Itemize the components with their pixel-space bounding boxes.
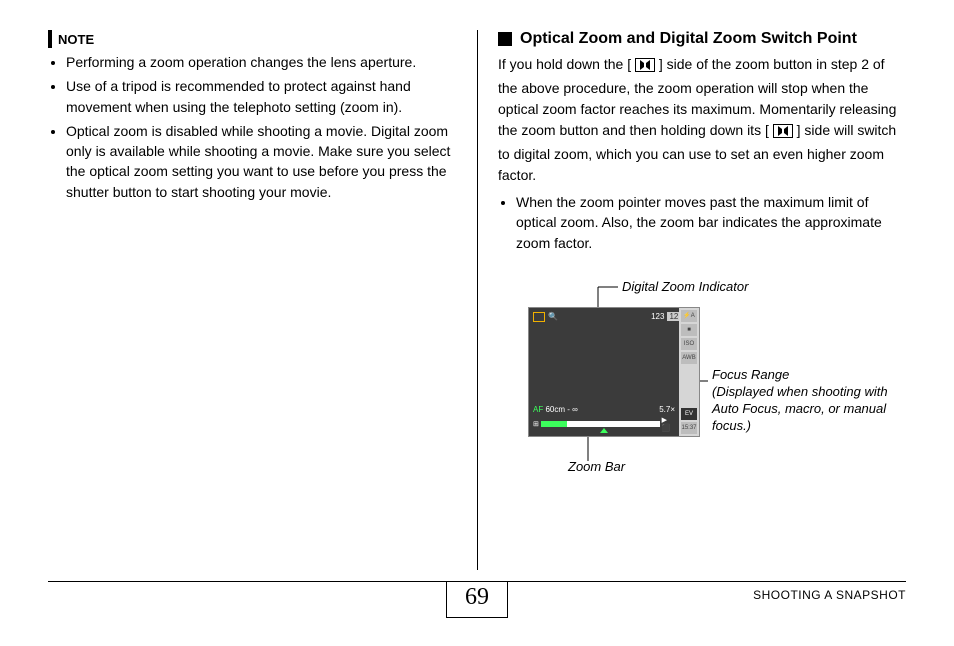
camera-lcd-screenshot: 🔍 123 12M N ⚡A ■ ISO AWB EV (528, 307, 700, 437)
right-column: Optical Zoom and Digital Zoom Switch Poi… (477, 30, 906, 570)
lcd-tele-icon: ▶ ⬛ (662, 416, 675, 432)
lcd-af-label: AF (533, 405, 543, 414)
lcd-side-item: EV (681, 408, 697, 420)
lcd-zoom-pointer-icon (600, 428, 608, 433)
note-bullet-list: Performing a zoom operation changes the … (66, 52, 457, 202)
lcd-side-item: AWB (681, 352, 697, 364)
callout-zoom-bar: Zoom Bar (568, 459, 625, 476)
lcd-focus-distance: 60cm - ∞ (545, 405, 577, 414)
lcd-zoom-bar (541, 421, 660, 427)
lcd-bottom-area: AF 60cm - ∞ 5.7× ⊞ ▶ ⬛ (533, 405, 675, 432)
note-bar-icon (48, 30, 52, 48)
callout-focus-range-desc: (Displayed when shooting with Auto Focus… (712, 384, 888, 433)
page-footer: 69 SHOOTING A SNAPSHOT (48, 581, 906, 626)
lcd-top-row: 🔍 123 12M N (533, 312, 695, 322)
callout-focus-range: Focus Range (Displayed when shooting wit… (712, 367, 902, 435)
telephoto-icon (635, 57, 655, 78)
page-number: 69 (446, 581, 508, 618)
figure-area: Digital Zoom Indicator 🔍 123 12M N (498, 271, 906, 491)
note-heading: NOTE (48, 30, 457, 48)
note-bullet: Use of a tripod is recommended to protec… (66, 76, 457, 117)
note-bullet: Performing a zoom operation changes the … (66, 52, 457, 72)
lcd-side-item: ISO (681, 338, 697, 350)
lcd-magnifier-icon: 🔍 (548, 312, 558, 321)
lcd-side-panel: ⚡A ■ ISO AWB EV 15:37 (679, 308, 699, 436)
callout-digital-zoom-indicator: Digital Zoom Indicator (622, 279, 748, 296)
note-bullet: Optical zoom is disabled while shooting … (66, 121, 457, 202)
lcd-side-item: ⚡A (681, 310, 697, 322)
section-paragraph: If you hold down the [ ] side of the zoo… (498, 54, 906, 186)
square-bullet-icon (498, 32, 512, 46)
telephoto-icon (773, 123, 793, 144)
lcd-side-item: 15:37 (681, 422, 697, 434)
section-bullet: When the zoom pointer moves past the max… (516, 192, 906, 253)
lcd-side-item: ■ (681, 324, 697, 336)
para-text: If you hold down the [ (498, 56, 631, 72)
section-heading: Optical Zoom and Digital Zoom Switch Poi… (498, 30, 906, 48)
callout-focus-range-title: Focus Range (712, 367, 789, 382)
lcd-wide-icon: ⊞ (533, 420, 539, 428)
lcd-shot-count: 123 (651, 312, 664, 321)
note-label: NOTE (58, 32, 94, 47)
section-bullet-list: When the zoom pointer moves past the max… (516, 192, 906, 253)
left-column: NOTE Performing a zoom operation changes… (48, 30, 477, 570)
section-title: Optical Zoom and Digital Zoom Switch Poi… (520, 30, 857, 48)
footer-caption: SHOOTING A SNAPSHOT (753, 588, 906, 602)
lcd-zoom-factor: 5.7× (659, 405, 675, 414)
